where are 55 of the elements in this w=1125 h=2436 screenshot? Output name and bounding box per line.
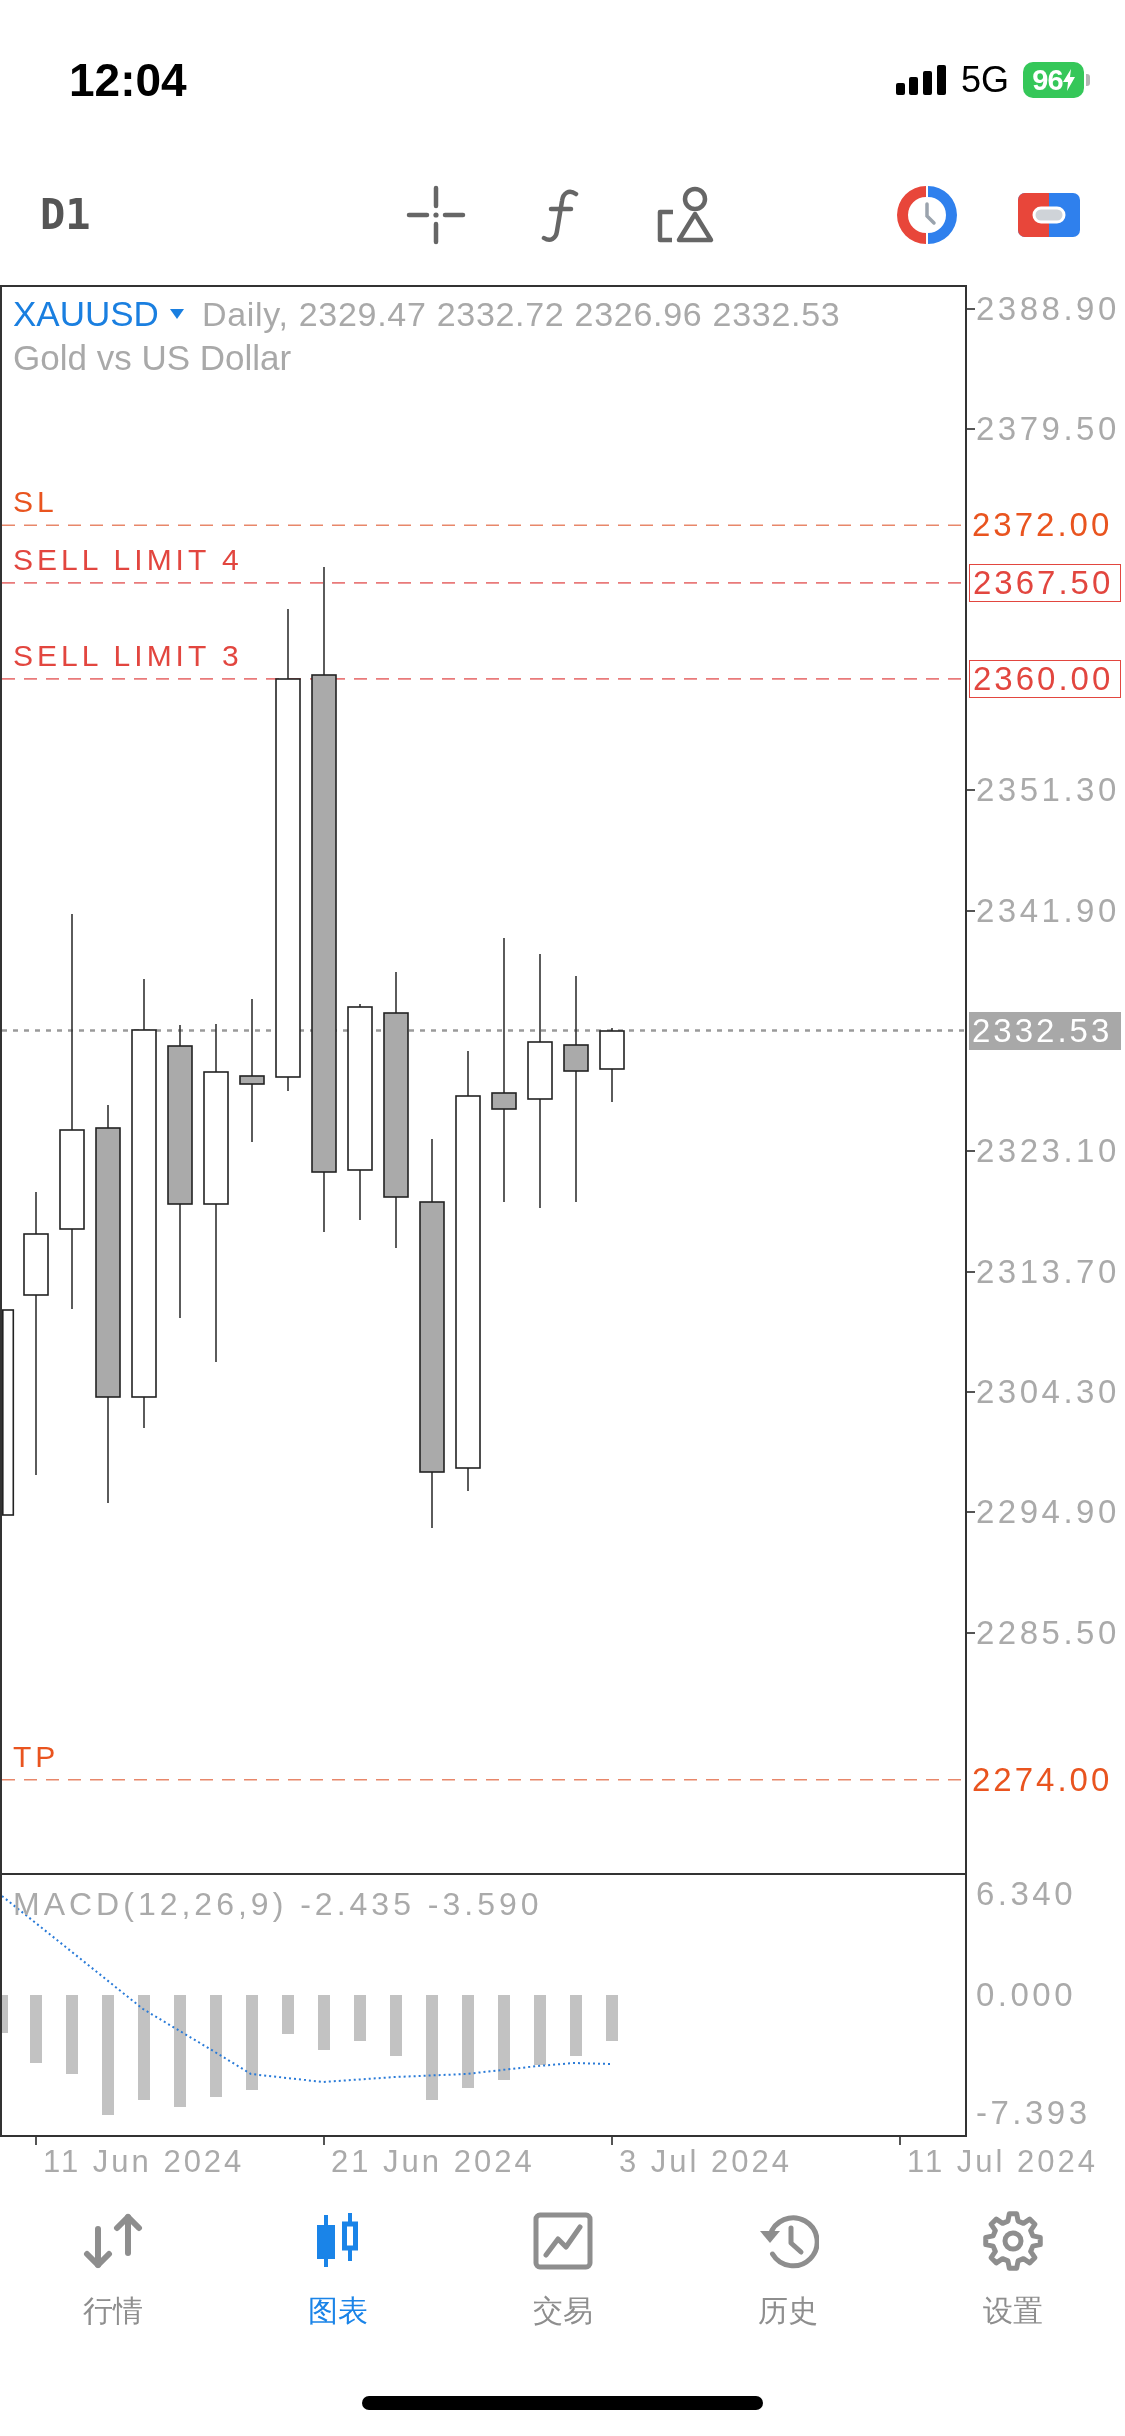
price-axis-label: 2294.90 bbox=[976, 1492, 1120, 1533]
time-axis-label: 11 Jun 2024 bbox=[43, 2143, 245, 2181]
price-axis-label: 2313.70 bbox=[976, 1251, 1120, 1292]
price-axis-label: 2379.50 bbox=[976, 409, 1120, 450]
tab-item[interactable]: 行情 bbox=[0, 2192, 225, 2352]
indicator-axis-label: 6.340 bbox=[976, 1874, 1077, 1915]
tab-item[interactable]: 图表 bbox=[225, 2192, 450, 2352]
histogram-bar bbox=[318, 1995, 330, 2050]
line-chart-icon bbox=[532, 2212, 593, 2270]
symbol-description: Gold vs US Dollar bbox=[13, 337, 292, 379]
price-axis-label: 2341.90 bbox=[976, 890, 1120, 931]
order-label: SELL LIMIT 3 bbox=[13, 638, 243, 673]
battery-percent: 96 bbox=[1032, 65, 1063, 95]
settings-icon bbox=[981, 2210, 1044, 2272]
timeframe-button[interactable]: D1 bbox=[40, 190, 91, 240]
candlestick-icon bbox=[315, 2213, 360, 2269]
order-label: TP bbox=[13, 1739, 60, 1774]
symbol-name[interactable]: XAUUSD bbox=[13, 294, 159, 334]
caret-icon[interactable] bbox=[169, 309, 184, 319]
time-axis-label: 11 Jul 2024 bbox=[907, 2143, 1098, 2181]
network-label: 5G bbox=[960, 58, 1009, 102]
indicator-axis-label: 0.000 bbox=[976, 1975, 1077, 2015]
quote-values: Daily, 2329.47 2332.72 2326.96 2332.53 bbox=[201, 294, 841, 334]
histogram-bar bbox=[354, 1995, 366, 2041]
order-label: SL bbox=[13, 485, 58, 520]
time-axis-label: 3 Jul 2024 bbox=[619, 2143, 793, 2181]
price-axis-label: 2323.10 bbox=[976, 1131, 1120, 1172]
crosshair-icon[interactable] bbox=[405, 185, 466, 245]
price-axis-label: 2351.30 bbox=[976, 770, 1120, 811]
histogram-bar bbox=[606, 1995, 618, 2041]
order-price-label: 2360.00 bbox=[969, 659, 1121, 698]
indicator-title: MACD(12,26,9) -2.435 -3.590 bbox=[13, 1885, 543, 1923]
bolt-icon bbox=[1062, 69, 1075, 91]
tab-item[interactable]: 历史 bbox=[675, 2192, 900, 2352]
up-down-arrows-icon bbox=[81, 2213, 144, 2269]
order-price-label: 2367.50 bbox=[969, 563, 1121, 602]
histogram-bar bbox=[282, 1995, 294, 2034]
signal-icon bbox=[895, 65, 946, 95]
status-time: 12:04 bbox=[69, 53, 187, 108]
price-axis-label: 2304.30 bbox=[976, 1371, 1120, 1412]
histogram-bar bbox=[390, 1995, 402, 2056]
histogram-bar bbox=[570, 1995, 582, 2056]
clock-icon[interactable] bbox=[895, 184, 958, 246]
price-axis-label: 2388.90 bbox=[976, 289, 1120, 329]
tab-item[interactable]: 设置 bbox=[900, 2192, 1125, 2352]
histogram-bar bbox=[30, 1995, 42, 2063]
toggle-icon[interactable] bbox=[1017, 193, 1080, 237]
histogram-bar bbox=[2, 1995, 8, 2033]
tab-item[interactable]: 交易 bbox=[450, 2192, 675, 2352]
price-axis-label: 2285.50 bbox=[976, 1612, 1120, 1653]
current-price-label: 2332.53 bbox=[969, 1011, 1121, 1050]
histogram-bar bbox=[534, 1995, 546, 2065]
time-axis-label: 21 Jun 2024 bbox=[331, 2143, 535, 2181]
indicator-axis-label: -7.393 bbox=[976, 2092, 1091, 2133]
order-label: SELL LIMIT 4 bbox=[13, 542, 243, 577]
